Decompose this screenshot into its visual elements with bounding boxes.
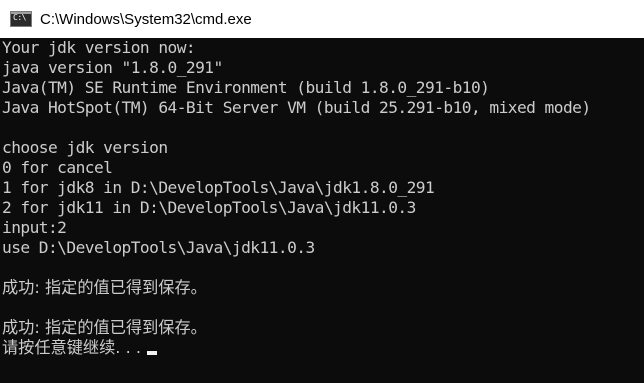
cmd-window: C:\ C:\Windows\System32\cmd.exe Your jdk… bbox=[0, 0, 644, 383]
console-line-input: input:2 bbox=[2, 218, 67, 237]
console-line-success: 成功: 指定的值已得到保存。 bbox=[2, 318, 207, 337]
console-line-jdk-version-header: Your jdk version now: bbox=[2, 38, 196, 57]
console-line-choose-jdk: choose jdk version bbox=[2, 138, 168, 157]
console-line-option-jdk11: 2 for jdk11 in D:\DevelopTools\Java\jdk1… bbox=[2, 198, 416, 217]
text-cursor bbox=[147, 351, 158, 355]
cmd-icon[interactable]: C:\ bbox=[10, 11, 32, 27]
console-line-use-path: use D:\DevelopTools\Java\jdk11.0.3 bbox=[2, 238, 315, 257]
cmd-icon-label: C:\ bbox=[13, 13, 26, 22]
console-line-runtime-environment: Java(TM) SE Runtime Environment (build 1… bbox=[2, 78, 490, 97]
console-line-option-cancel: 0 for cancel bbox=[2, 158, 113, 177]
console-output[interactable]: Your jdk version now: java version "1.8.… bbox=[0, 38, 644, 383]
console-line-press-any-key: 请按任意键继续. . . bbox=[2, 338, 644, 358]
press-any-key-text: 请按任意键继续. . . bbox=[2, 338, 142, 357]
console-line-success: 成功: 指定的值已得到保存。 bbox=[2, 278, 207, 297]
console-line-java-version: java version "1.8.0_291" bbox=[2, 58, 223, 77]
title-bar[interactable]: C:\ C:\Windows\System32\cmd.exe bbox=[0, 0, 644, 38]
console-line-hotspot-vm: Java HotSpot(TM) 64-Bit Server VM (build… bbox=[2, 98, 591, 117]
console-line-option-jdk8: 1 for jdk8 in D:\DevelopTools\Java\jdk1.… bbox=[2, 178, 435, 197]
window-title: C:\Windows\System32\cmd.exe bbox=[40, 10, 252, 28]
